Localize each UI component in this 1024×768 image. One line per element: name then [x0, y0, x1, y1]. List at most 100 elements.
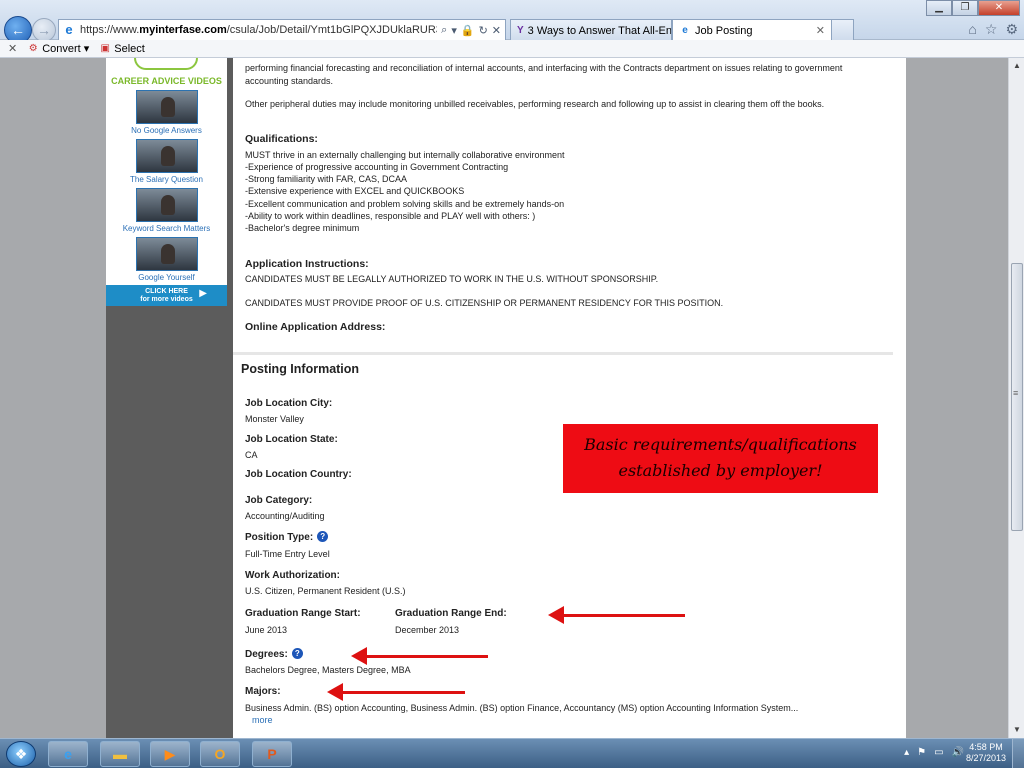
qualification-item: -Excellent communication and problem sol… — [245, 199, 565, 209]
taskbar-file-explorer[interactable]: ▬ — [100, 741, 140, 767]
qualification-item: -Experience of progressive accounting in… — [245, 162, 509, 172]
tab-label: 3 Ways to Answer That All-Enc... — [527, 24, 672, 37]
stop-icon[interactable]: ✕ — [492, 24, 501, 37]
career-videos-title: CAREER ADVICE VIDEOS — [111, 76, 222, 86]
qualification-item: -Bachelor's degree minimum — [245, 223, 360, 233]
tab-job-posting[interactable]: e Job Posting ✕ — [672, 19, 832, 41]
restore-button[interactable]: ❐ — [952, 0, 978, 16]
play-arrow-icon: ▶ — [199, 288, 207, 299]
select-button[interactable]: ▣ Select — [99, 43, 145, 55]
search-icon[interactable]: ⌕ — [441, 24, 447, 37]
system-clock[interactable]: 4:58 PM 8/27/2013 — [966, 742, 1006, 764]
duties-paragraph: Other peripheral duties may include moni… — [245, 99, 825, 109]
scroll-thumb[interactable] — [1011, 263, 1023, 531]
video-no-google-answers[interactable]: No Google Answers — [106, 90, 227, 135]
browser-tools: ⌂ ☆ ⚙ — [968, 21, 1018, 38]
application-instruction: CANDIDATES MUST PROVIDE PROOF OF U.S. CI… — [245, 298, 724, 308]
taskbar-powerpoint[interactable]: P — [252, 741, 292, 767]
vertical-scrollbar[interactable]: ▲ ▼ — [1008, 58, 1024, 738]
tab-label: Job Posting — [695, 24, 753, 37]
posting-information-title: Posting Information — [241, 362, 360, 376]
career-videos-panel: CAREER ADVICE VIDEOS No Google Answers T… — [106, 58, 227, 306]
careerspot-logo — [134, 58, 198, 70]
qualification-item: -Ability to work within deadlines, respo… — [245, 211, 536, 221]
grad-range-end-label: Graduation Range End: — [395, 608, 507, 619]
back-arrow-icon: ← — [11, 22, 25, 38]
category-label: Job Category: — [245, 495, 313, 506]
scroll-down-arrow-icon[interactable]: ▼ — [1009, 722, 1024, 738]
new-tab-button[interactable] — [832, 19, 854, 41]
chevron-down-icon: ▾ — [83, 43, 90, 55]
show-desktop-button[interactable] — [1012, 739, 1024, 768]
position-type-value: Full-Time Entry Level — [245, 549, 330, 559]
video-label[interactable]: No Google Answers — [106, 126, 227, 135]
intro-paragraph: performing financial forecasting and rec… — [245, 63, 843, 86]
state-value: CA — [245, 450, 258, 460]
volume-icon[interactable]: 🔊 — [952, 747, 964, 758]
favorites-star-icon[interactable]: ☆ — [985, 21, 998, 38]
video-keyword-search[interactable]: Keyword Search Matters — [106, 188, 227, 233]
action-center-flag-icon[interactable]: ⚑ — [917, 747, 926, 758]
video-thumbnail[interactable] — [135, 237, 198, 271]
address-bar[interactable]: e https://www.myinterfase.com/csula/Job/… — [58, 19, 506, 41]
annotation-callout: Basic requirements/qualifications establ… — [563, 424, 878, 493]
convert-button[interactable]: ⚙ Convert ▾ — [27, 42, 90, 56]
forward-button[interactable]: → — [32, 18, 56, 42]
annotation-arrow-majors — [327, 683, 465, 701]
start-button[interactable]: ❖ — [6, 741, 36, 767]
close-tab-icon[interactable]: ✕ — [816, 24, 825, 37]
ie-page-icon: e — [65, 22, 73, 37]
refresh-icon[interactable]: ↻ — [479, 24, 488, 37]
command-bar: ✕ ⚙ Convert ▾ ▣ Select — [0, 40, 1024, 58]
windows-logo-icon: ❖ — [14, 746, 28, 762]
network-icon[interactable]: ▭ — [934, 747, 943, 758]
taskbar-media-player[interactable]: ▶ — [150, 741, 190, 767]
show-hidden-icons[interactable]: ▴ — [904, 747, 909, 758]
video-thumbnail[interactable] — [135, 139, 198, 173]
dropdown-icon[interactable]: ▾ — [451, 24, 457, 37]
video-label[interactable]: The Salary Question — [106, 175, 227, 184]
video-google-yourself[interactable]: Google Yourself — [106, 237, 227, 282]
ie-favicon: e — [682, 24, 688, 36]
application-instructions-heading: Application Instructions: — [245, 258, 369, 270]
video-salary-question[interactable]: The Salary Question — [106, 139, 227, 184]
video-label[interactable]: Google Yourself — [106, 273, 227, 282]
gear-icon[interactable]: ⚙ — [1005, 21, 1018, 38]
window-controls: ▁ ❐ ✕ — [926, 0, 1020, 16]
grad-range-end-value: December 2013 — [395, 625, 460, 635]
country-label: Job Location Country: — [245, 469, 352, 480]
outlook-icon: O — [214, 746, 226, 762]
page-viewport: CAREER ADVICE VIDEOS No Google Answers T… — [0, 58, 1008, 738]
close-toolbar-icon[interactable]: ✕ — [8, 42, 17, 55]
video-label[interactable]: Keyword Search Matters — [106, 224, 227, 233]
help-icon[interactable]: ? — [317, 531, 329, 542]
taskbar-outlook[interactable]: O — [200, 741, 240, 767]
ie-icon: e — [64, 746, 72, 762]
minimize-button[interactable]: ▁ — [926, 0, 952, 16]
browser-toolbar: ← → e https://www.myinterfase.com/csula/… — [0, 0, 1024, 44]
play-icon: ▶ — [164, 745, 176, 762]
video-thumbnail[interactable] — [135, 188, 198, 222]
scroll-up-arrow-icon[interactable]: ▲ — [1009, 58, 1024, 74]
left-sidebar: CAREER ADVICE VIDEOS No Google Answers T… — [106, 58, 233, 738]
video-thumbnail[interactable] — [135, 90, 198, 124]
address-url[interactable]: https://www.myinterfase.com/csula/Job/De… — [80, 24, 437, 36]
close-window-button[interactable]: ✕ — [978, 0, 1020, 16]
qualification-item: -Strong familiarity with FAR, CAS, DCAA — [245, 174, 408, 184]
taskbar-internet-explorer[interactable]: e — [48, 741, 88, 767]
more-videos-button[interactable]: CLICK HERE for more videos ▶ — [106, 285, 227, 306]
majors-value: Business Admin. (BS) option Accounting, … — [245, 703, 799, 713]
city-value: Monster Valley — [245, 414, 304, 424]
lock-icon[interactable]: 🔒 — [461, 24, 475, 37]
more-majors-link[interactable]: more — [252, 715, 273, 725]
qualification-item: -Extensive experience with EXCEL and QUI… — [245, 186, 465, 196]
tab-interview-article[interactable]: Y 3 Ways to Answer That All-Enc... — [510, 19, 672, 41]
home-icon[interactable]: ⌂ — [968, 21, 976, 38]
help-icon[interactable]: ? — [291, 648, 303, 659]
majors-label: Majors: — [245, 686, 281, 697]
annotation-arrow-graduation — [548, 606, 685, 624]
degrees-label: Degrees:? — [245, 648, 303, 660]
state-label: Job Location State: — [245, 434, 338, 445]
job-detail-content: performing financial forecasting and rec… — [233, 58, 906, 738]
yahoo-favicon: Y — [517, 24, 524, 36]
